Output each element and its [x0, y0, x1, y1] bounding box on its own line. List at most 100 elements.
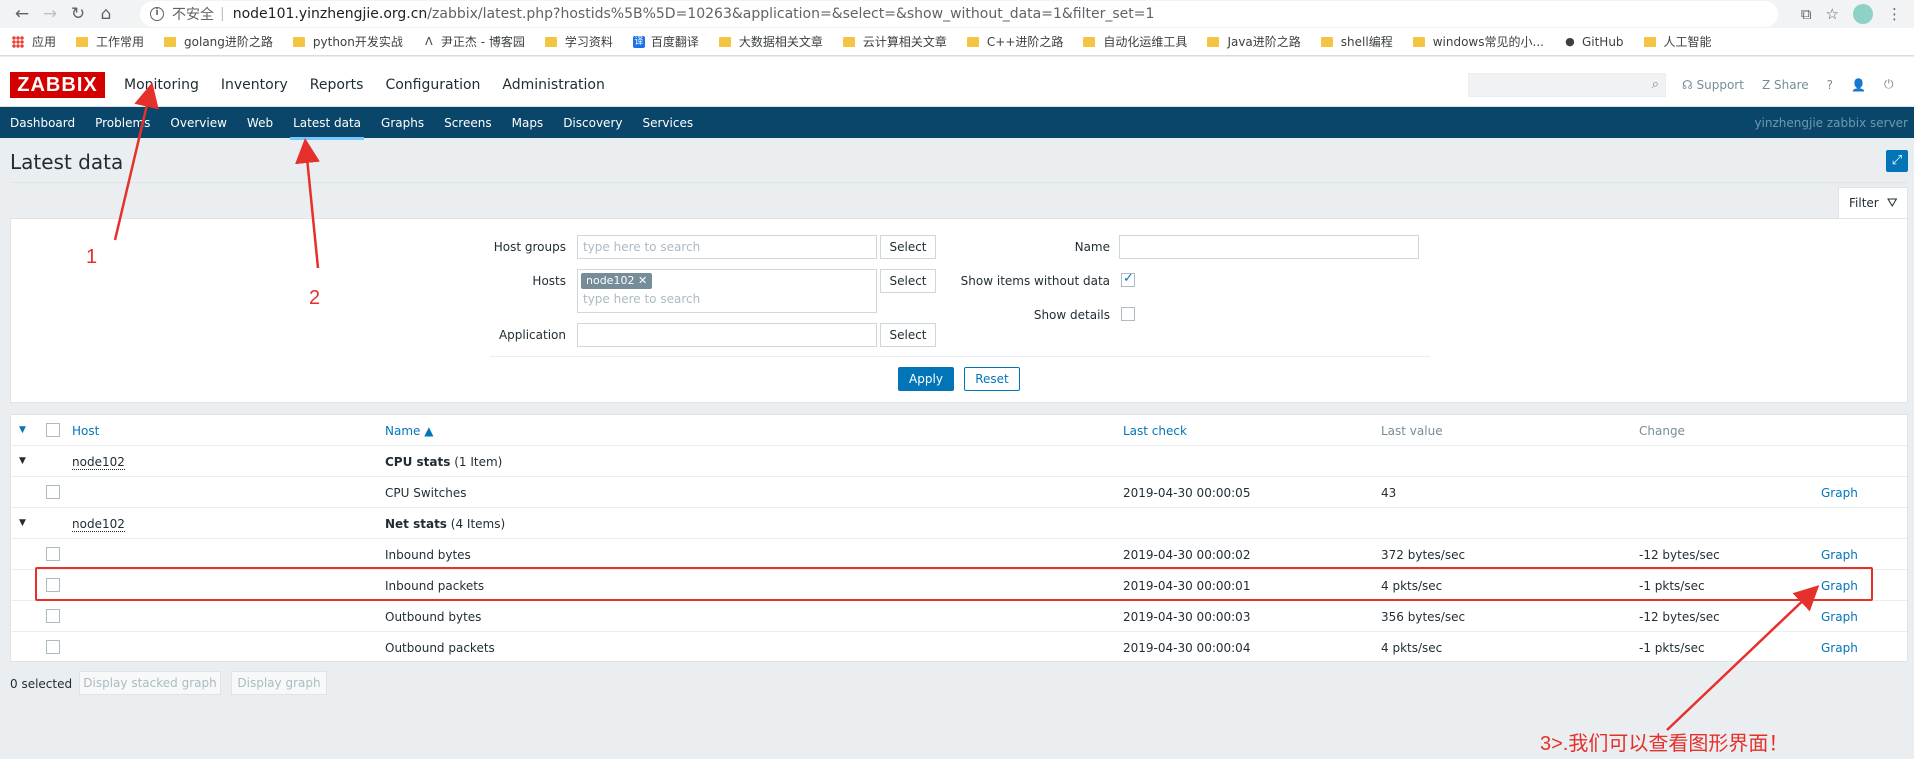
display-graph-button[interactable]: Display graph	[231, 671, 327, 695]
menu-reports[interactable]: Reports	[310, 77, 364, 93]
application-input[interactable]	[577, 323, 877, 347]
apply-button[interactable]: Apply	[898, 367, 954, 391]
row-checkbox[interactable]	[46, 609, 60, 623]
collapse-all-icon[interactable]: ▼	[19, 425, 26, 435]
bookmark-label: 大数据相关文章	[738, 35, 823, 49]
reset-button[interactable]: Reset	[964, 367, 1020, 391]
help-icon[interactable]: ?	[1827, 78, 1833, 92]
share-label: Share	[1774, 77, 1809, 92]
row-checkbox[interactable]	[46, 640, 60, 654]
tab-screens[interactable]: Screens	[444, 116, 492, 130]
bookmark-label: 人工智能	[1663, 35, 1712, 49]
host-groups-label: Host groups	[493, 240, 566, 254]
search-icon[interactable]: ⌕	[1652, 77, 1659, 92]
host-link[interactable]: node102	[72, 517, 125, 532]
sign-out-icon[interactable]: ⏻	[1884, 77, 1894, 92]
bookmark-item[interactable]: Java进阶之路	[1207, 33, 1301, 50]
column-host[interactable]: Host	[72, 424, 99, 438]
host-groups-input[interactable]: type here to search	[577, 235, 877, 259]
tab-discovery[interactable]: Discovery	[563, 116, 622, 130]
tab-services[interactable]: Services	[642, 116, 693, 130]
menu-kebab-icon[interactable]: ⋮	[1887, 5, 1902, 23]
tab-latest-data[interactable]: Latest data	[290, 116, 364, 140]
row-checkbox[interactable]	[46, 547, 60, 561]
bookmark-label: 工作常用	[96, 35, 145, 49]
graph-link[interactable]: Graph	[1821, 486, 1858, 500]
bookmark-item[interactable]: ᐱ 尹正杰 - 博客园	[423, 33, 525, 50]
application-select-button[interactable]: Select	[880, 323, 936, 347]
tab-graphs[interactable]: Graphs	[381, 116, 424, 130]
column-last-check[interactable]: Last check	[1123, 424, 1187, 438]
hosts-select-button[interactable]: Select	[880, 269, 936, 293]
share-link[interactable]: Z Share	[1762, 78, 1809, 92]
bookmark-item[interactable]: 学习资料	[544, 33, 613, 50]
bookmark-item[interactable]: ● GitHub	[1564, 35, 1623, 49]
bookmark-label: 尹正杰 - 博客园	[440, 35, 525, 49]
server-name: yinzhengjie zabbix server	[1754, 116, 1908, 130]
tab-web[interactable]: Web	[247, 116, 273, 130]
bookmark-item[interactable]: shell编程	[1320, 33, 1393, 50]
info-icon[interactable]: i	[150, 7, 164, 21]
remove-chip-icon[interactable]: ✕	[638, 274, 647, 287]
menu-administration[interactable]: Administration	[502, 77, 604, 93]
home-icon[interactable]: ⌂	[92, 4, 120, 24]
host-link[interactable]: node102	[72, 455, 125, 470]
user-profile-icon[interactable]: 👤	[1851, 78, 1866, 92]
show-details-checkbox[interactable]	[1121, 307, 1135, 321]
zabbix-header: ZABBIX Monitoring Inventory Reports Conf…	[0, 57, 1914, 107]
latest-data-table: ▼ Host Name ▲ Last check Last value Chan…	[10, 414, 1908, 662]
bookmark-item[interactable]: 应用	[12, 33, 56, 50]
tab-problems[interactable]: Problems	[95, 116, 150, 130]
forward-icon[interactable]: →	[36, 4, 64, 24]
select-all-checkbox[interactable]	[46, 423, 60, 437]
graph-link[interactable]: Graph	[1821, 548, 1858, 562]
tab-overview[interactable]: Overview	[170, 116, 227, 130]
reload-icon[interactable]: ↻	[64, 4, 92, 24]
menu-monitoring[interactable]: Monitoring	[124, 77, 199, 93]
bookmark-item[interactable]: 工作常用	[76, 33, 144, 50]
item-last-check: 2019-04-30 00:00:03	[1123, 610, 1251, 624]
back-icon[interactable]: ←	[8, 4, 36, 24]
bookmark-item[interactable]: 人工智能	[1643, 33, 1712, 50]
tab-maps[interactable]: Maps	[512, 116, 544, 130]
insecure-label: 不安全	[172, 7, 214, 23]
column-name[interactable]: Name ▲	[385, 424, 433, 438]
zabbix-logo[interactable]: ZABBIX	[10, 72, 105, 98]
row-checkbox[interactable]	[46, 485, 60, 499]
bookmark-item[interactable]: C++进阶之路	[966, 33, 1063, 50]
graph-link[interactable]: Graph	[1821, 610, 1858, 624]
name-input[interactable]	[1119, 235, 1419, 259]
filter-tab[interactable]: Filter ⛛	[1838, 187, 1908, 219]
menu-inventory[interactable]: Inventory	[221, 77, 288, 93]
bookmark-item[interactable]: 云计算相关文章	[842, 33, 947, 50]
bookmark-item[interactable]: python开发实战	[292, 33, 403, 50]
address-bar[interactable]: i 不安全 | node101.yinzhengjie.org.cn /zabb…	[140, 1, 1778, 27]
application-label: Application	[498, 328, 566, 342]
collapse-group-icon[interactable]: ▼	[19, 518, 26, 528]
share-icon: Z	[1761, 77, 1771, 92]
show-without-data-checkbox[interactable]	[1121, 271, 1135, 287]
global-search-input[interactable]: ⌕	[1468, 73, 1666, 97]
menu-configuration[interactable]: Configuration	[385, 77, 480, 93]
host-groups-select-button[interactable]: Select	[880, 235, 936, 259]
column-change: Change	[1639, 424, 1685, 438]
bookmark-star-icon[interactable]: ☆	[1826, 5, 1839, 23]
fullscreen-button[interactable]: ⤢	[1886, 150, 1908, 172]
translate-icon[interactable]: ⧉	[1801, 5, 1812, 23]
bookmark-item[interactable]: 大数据相关文章	[718, 33, 823, 50]
sub-navigation: Dashboard Problems Overview Web Latest d…	[0, 107, 1914, 140]
bookmark-item[interactable]: golang进阶之路	[164, 33, 273, 50]
tab-dashboard[interactable]: Dashboard	[10, 116, 75, 130]
support-link[interactable]: ☊ Support	[1682, 78, 1744, 92]
bookmark-item[interactable]: 自动化运维工具	[1083, 33, 1187, 50]
display-stacked-graph-button[interactable]: Display stacked graph	[79, 671, 221, 695]
bookmark-label: python开发实战	[312, 35, 403, 49]
profile-avatar[interactable]	[1853, 4, 1873, 24]
hosts-placeholder: type here to search	[583, 292, 701, 306]
bookmark-item[interactable]: 译百度翻译	[632, 33, 699, 50]
graph-link[interactable]: Graph	[1821, 641, 1858, 655]
bookmark-item[interactable]: windows常见的小...	[1412, 33, 1544, 50]
collapse-group-icon[interactable]: ▼	[19, 456, 26, 466]
item-last-check: 2019-04-30 00:00:05	[1123, 486, 1251, 500]
item-last-value: 372 bytes/sec	[1381, 548, 1466, 562]
